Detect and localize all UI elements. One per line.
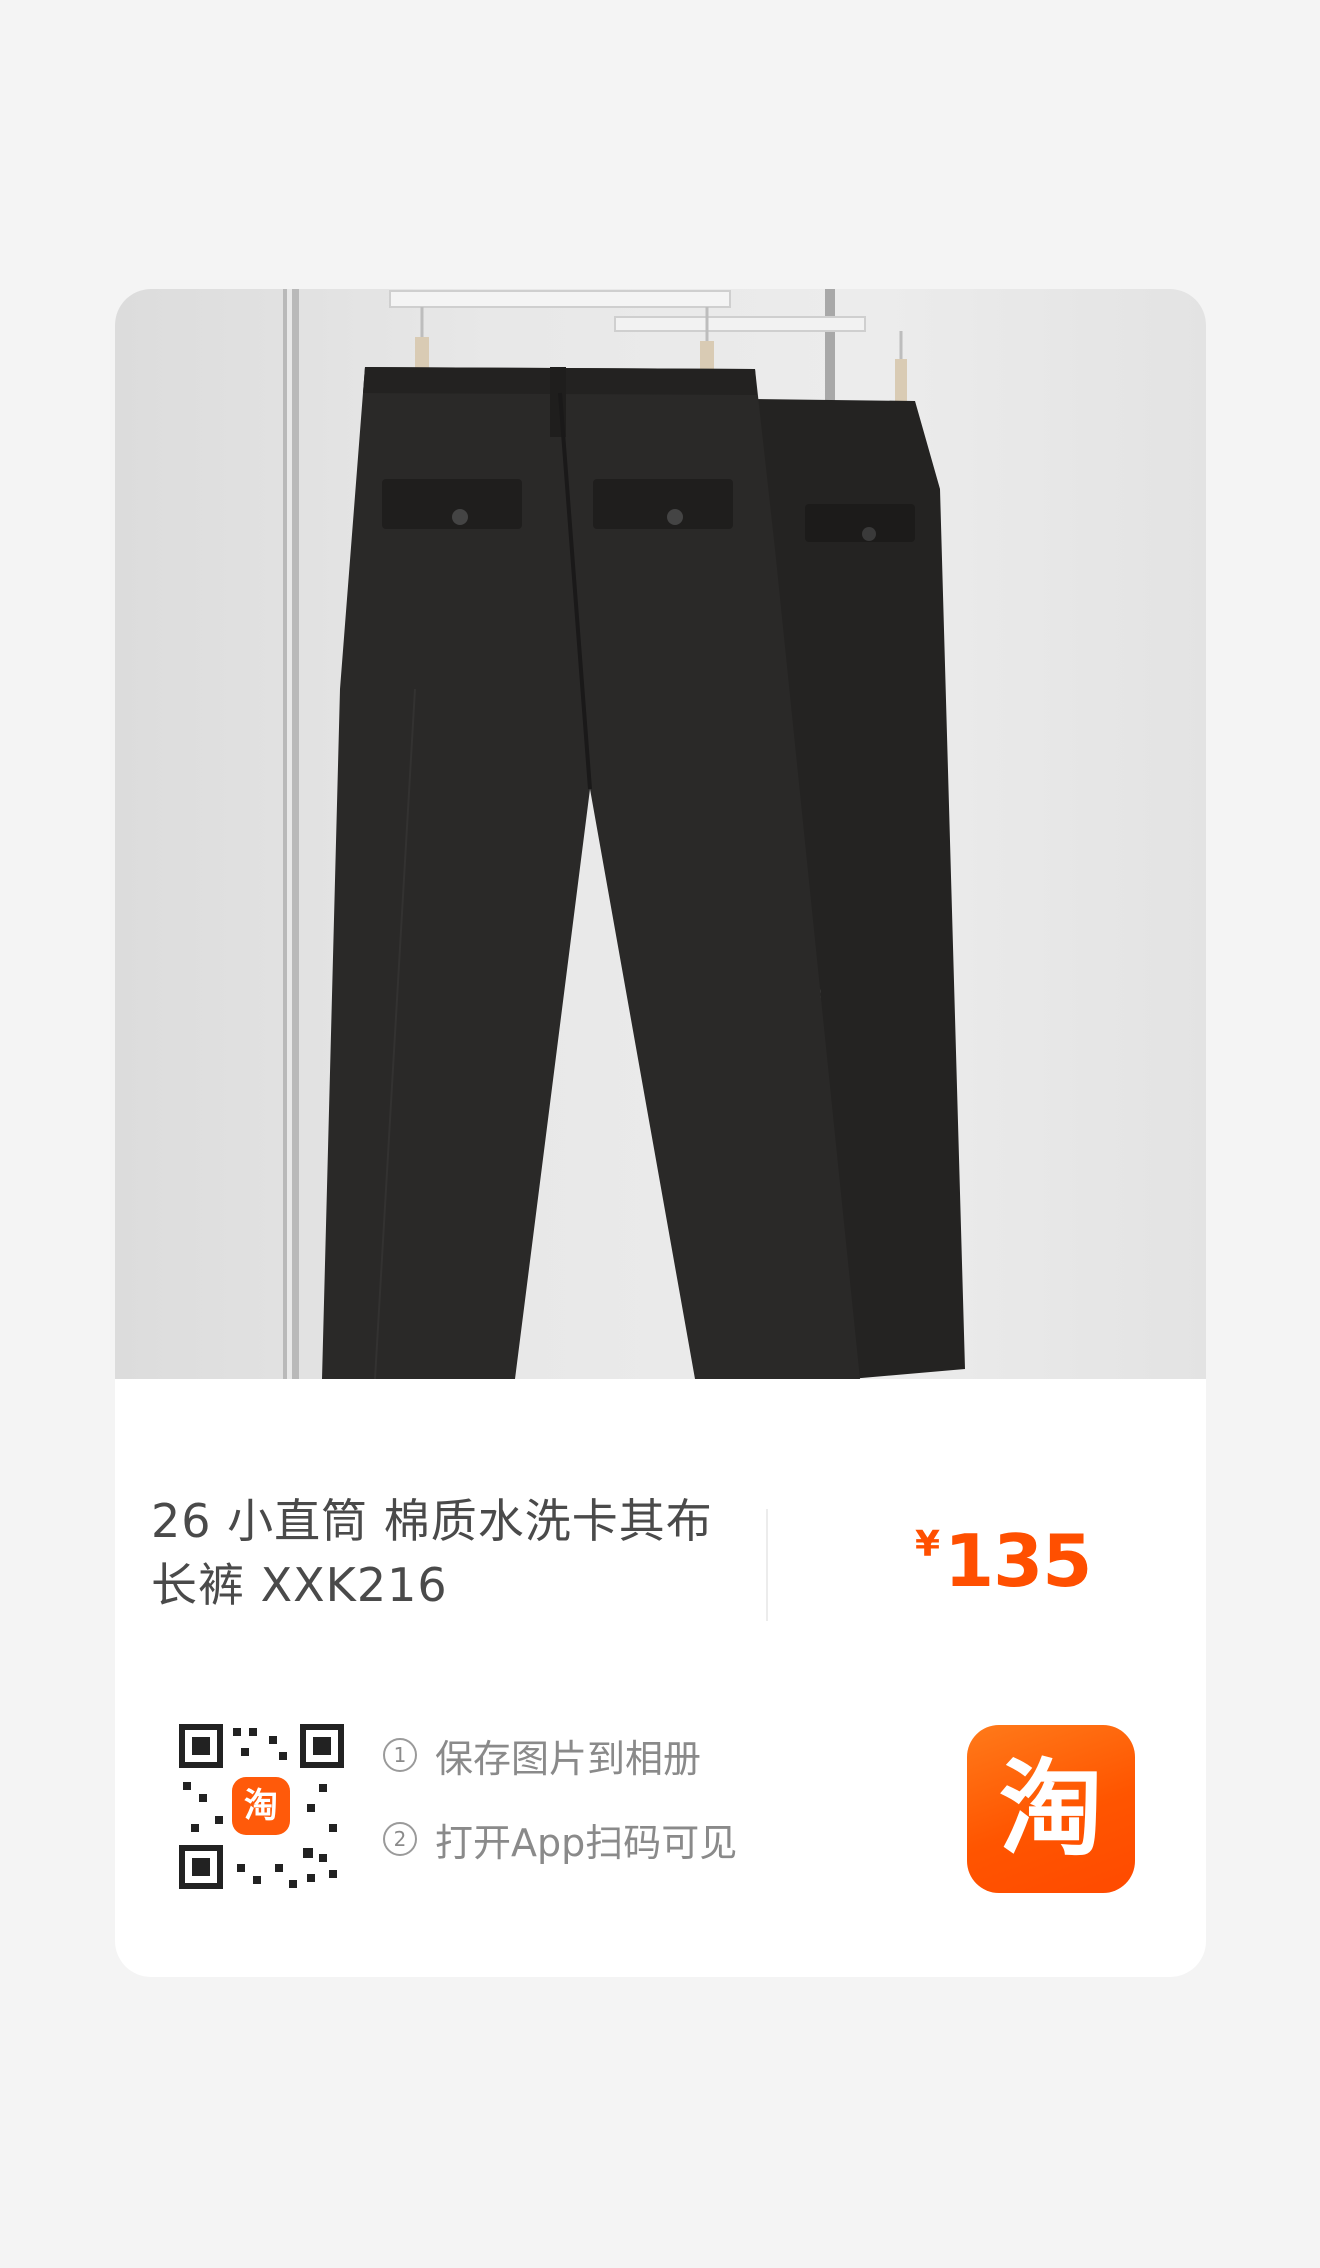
step-number-badge: 1 bbox=[383, 1738, 417, 1772]
product-share-card: 26 小直筒 棉质水洗卡其布长裤 XXK216 ¥135 淘 1 保存图片到相册… bbox=[115, 289, 1206, 1977]
step-text: 保存图片到相册 bbox=[435, 1736, 702, 1781]
product-photo-illustration bbox=[283, 289, 965, 1379]
step-number-badge: 2 bbox=[383, 1822, 417, 1856]
instruction-step: 2 打开App扫码可见 bbox=[383, 1813, 737, 1865]
price-currency-symbol: ¥ bbox=[915, 1524, 941, 1565]
qr-code[interactable]: 淘 bbox=[179, 1724, 344, 1889]
product-photo bbox=[115, 289, 1206, 1379]
instruction-step: 1 保存图片到相册 bbox=[383, 1729, 737, 1781]
scan-instructions: 1 保存图片到相册 2 打开App扫码可见 bbox=[383, 1729, 737, 1897]
product-info-section: 26 小直筒 棉质水洗卡其布长裤 XXK216 ¥135 淘 1 保存图片到相册… bbox=[115, 1379, 1206, 1977]
qr-brand-badge: 淘 bbox=[232, 1777, 290, 1835]
product-title: 26 小直筒 棉质水洗卡其布长裤 XXK216 bbox=[151, 1494, 713, 1612]
divider bbox=[766, 1509, 768, 1621]
price-value: 135 bbox=[944, 1519, 1092, 1603]
step-text: 打开App扫码可见 bbox=[435, 1820, 738, 1865]
taobao-app-icon[interactable]: 淘 bbox=[967, 1725, 1135, 1893]
product-price: ¥135 bbox=[915, 1519, 1092, 1603]
